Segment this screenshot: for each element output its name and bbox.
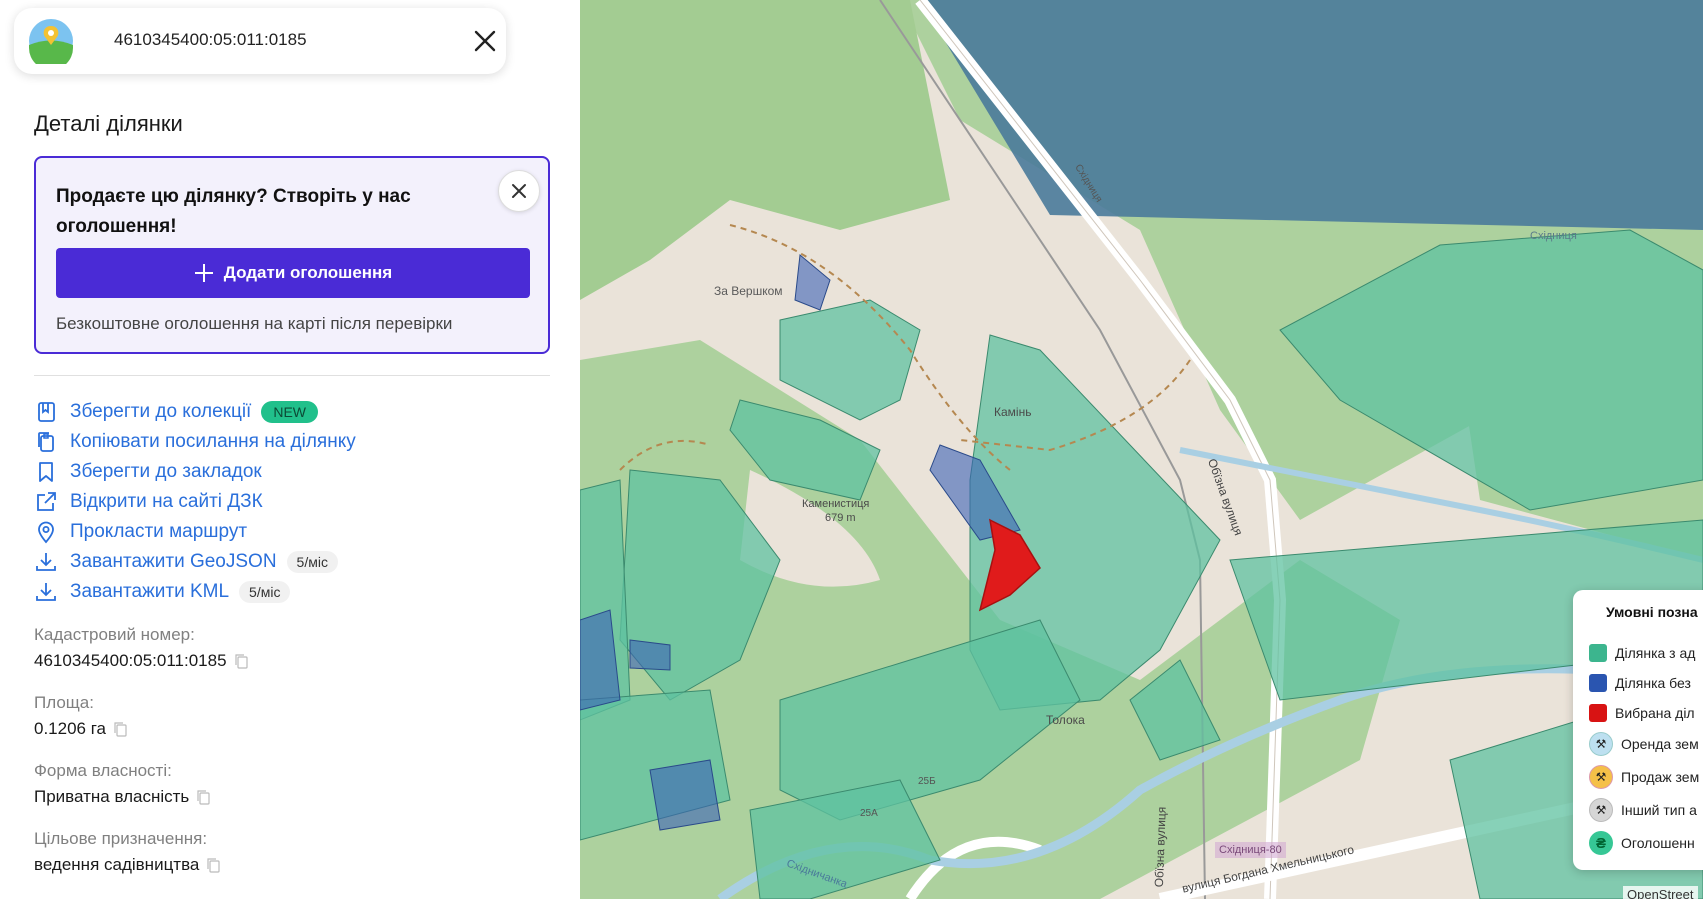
plus-icon bbox=[194, 264, 213, 282]
map-label: 25Б bbox=[918, 776, 936, 787]
open-dzk-link[interactable]: Відкрити на сайті ДЗК bbox=[34, 487, 356, 517]
limit-badge: 5/міс bbox=[286, 551, 338, 573]
forest-area bbox=[580, 0, 950, 300]
field-value: 0.1206 га bbox=[34, 719, 107, 738]
actions-list: Зберегти до колекції NEW Копіювати посил… bbox=[34, 397, 356, 607]
collection-icon bbox=[38, 402, 55, 422]
purpose-field: Цільове призначення: ведення садівництва bbox=[34, 829, 221, 875]
legend-title: Умовні позна bbox=[1606, 604, 1698, 620]
action-label: Завантажити KML bbox=[70, 581, 230, 602]
close-icon bbox=[512, 184, 526, 198]
legend-swatch bbox=[1589, 674, 1607, 692]
action-label: Завантажити GeoJSON bbox=[70, 551, 277, 572]
search-input[interactable]: 4610345400:05:011:0185 bbox=[114, 30, 307, 50]
action-label: Прокласти маршрут bbox=[70, 521, 248, 542]
add-listing-label: Додати оголошення bbox=[223, 263, 393, 282]
route-link[interactable]: Прокласти маршрут bbox=[34, 517, 356, 547]
copy-icon[interactable] bbox=[233, 653, 249, 669]
download-icon bbox=[36, 583, 56, 601]
map-label: 25А bbox=[860, 808, 878, 819]
parcel-unregistered bbox=[629, 639, 671, 671]
field-value: Приватна власність bbox=[34, 787, 190, 806]
legend-item: Ділянка без bbox=[1589, 674, 1691, 692]
map-label: Толока bbox=[1046, 713, 1085, 727]
map-label: Камінь bbox=[994, 405, 1032, 419]
location-pin-icon bbox=[38, 521, 54, 544]
legend-swatch bbox=[1589, 704, 1607, 722]
map-legend: Умовні позна Ділянка з ад Ділянка без Ви… bbox=[1573, 590, 1703, 870]
sidebar: 4610345400:05:011:0185 Деталі ділянки Пр… bbox=[0, 0, 580, 899]
legend-item: ⚒ Оренда зем bbox=[1589, 732, 1699, 756]
action-label: Зберегти до закладок bbox=[70, 461, 262, 482]
auction-icon: ⚒ bbox=[1589, 765, 1613, 789]
parcel-unregistered bbox=[649, 759, 721, 831]
legend-item: Вибрана діл bbox=[1589, 704, 1695, 722]
hryvnia-icon: ₴ bbox=[1589, 831, 1613, 855]
page-title: Деталі ділянки bbox=[34, 111, 183, 136]
bookmark-icon bbox=[39, 462, 53, 482]
field-label: Форма власності: bbox=[34, 761, 172, 780]
search-card: 4610345400:05:011:0185 bbox=[14, 8, 506, 74]
field-value: 4610345400:05:011:0185 bbox=[34, 651, 227, 670]
legend-item: ⚒ Інший тип а bbox=[1589, 798, 1697, 822]
add-listing-button[interactable]: Додати оголошення bbox=[56, 248, 530, 298]
ownership-field: Форма власності: Приватна власність bbox=[34, 761, 211, 807]
field-label: Площа: bbox=[34, 693, 94, 712]
map-attribution[interactable]: OpenStreet bbox=[1623, 886, 1698, 899]
auction-icon: ⚒ bbox=[1589, 732, 1613, 756]
promo-title: Продаєте цю ділянку? Створіть у нас огол… bbox=[56, 186, 411, 237]
close-icon[interactable] bbox=[470, 26, 500, 56]
parcel bbox=[779, 299, 921, 421]
map-label: За Вершком bbox=[714, 284, 783, 298]
legend-label: Оренда зем bbox=[1621, 736, 1699, 752]
map-label: Східниця bbox=[1530, 230, 1577, 242]
copy-icon[interactable] bbox=[112, 721, 128, 737]
legend-label: Вибрана діл bbox=[1615, 705, 1695, 721]
download-kml-link[interactable]: Завантажити KML 5/міс bbox=[34, 577, 356, 607]
legend-label: Продаж зем bbox=[1621, 769, 1700, 785]
external-link-icon bbox=[37, 492, 56, 511]
copy-icon[interactable] bbox=[205, 857, 221, 873]
new-badge: NEW bbox=[261, 401, 318, 423]
legend-swatch bbox=[1589, 644, 1607, 662]
download-geojson-link[interactable]: Завантажити GeoJSON 5/міс bbox=[34, 547, 356, 577]
legend-label: Ділянка без bbox=[1615, 675, 1691, 691]
promo-card: Продаєте цю ділянку? Створіть у нас огол… bbox=[34, 156, 550, 354]
map-label: 679 m bbox=[825, 512, 856, 524]
action-label: Зберегти до колекції bbox=[70, 401, 252, 422]
legend-item: ⚒ Продаж зем bbox=[1589, 765, 1699, 789]
map-svg bbox=[580, 0, 1703, 899]
cadastral-number-field: Кадастровий номер: 4610345400:05:011:018… bbox=[34, 625, 249, 671]
download-icon bbox=[36, 553, 56, 571]
action-label: Копіювати посилання на ділянку bbox=[70, 431, 356, 452]
logo-icon bbox=[29, 19, 73, 64]
field-value: ведення садівництва bbox=[34, 855, 200, 874]
bookmark-link[interactable]: Зберегти до закладок bbox=[34, 457, 356, 487]
save-to-collection-link[interactable]: Зберегти до колекції NEW bbox=[34, 397, 356, 427]
legend-item: ₴ Оголошенн bbox=[1589, 831, 1695, 855]
legend-label: Оголошенн bbox=[1621, 835, 1695, 851]
field-label: Цільове призначення: bbox=[34, 829, 208, 848]
map-label: Східниця-80 bbox=[1215, 842, 1286, 858]
promo-note: Безкоштовне оголошення на карті після пе… bbox=[56, 314, 453, 333]
field-label: Кадастровий номер: bbox=[34, 625, 195, 644]
promo-close-button[interactable] bbox=[498, 170, 540, 212]
map-canvas[interactable]: За Вершком Камінь Каменистиця 679 m Толо… bbox=[580, 0, 1703, 899]
divider bbox=[34, 375, 550, 376]
map-label: Обїзна вулиця bbox=[1151, 806, 1169, 888]
copy-link-link[interactable]: Копіювати посилання на ділянку bbox=[34, 427, 356, 457]
action-label: Відкрити на сайті ДЗК bbox=[70, 491, 263, 512]
parcel-unregistered bbox=[794, 254, 831, 311]
legend-label: Інший тип а bbox=[1621, 802, 1697, 818]
copy-icon[interactable] bbox=[195, 789, 211, 805]
copy-link-icon bbox=[38, 432, 54, 452]
area-field: Площа: 0.1206 га bbox=[34, 693, 128, 739]
legend-label: Ділянка з ад bbox=[1615, 645, 1696, 661]
auction-icon: ⚒ bbox=[1589, 798, 1613, 822]
water-area bbox=[920, 0, 1703, 230]
map-label: Каменистиця bbox=[802, 498, 870, 510]
limit-badge: 5/міс bbox=[239, 581, 291, 603]
legend-item: Ділянка з ад bbox=[1589, 644, 1695, 662]
